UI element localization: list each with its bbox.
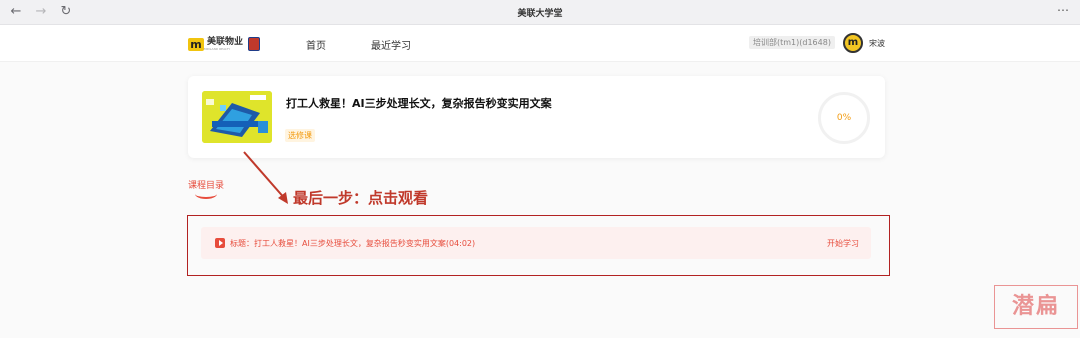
course-type-tag: 选修课 bbox=[285, 129, 315, 142]
course-title: 打工人救星！AI三步处理长文，复杂报告秒变实用文案 bbox=[286, 97, 552, 110]
lesson-title[interactable]: 标题：打工人救星！AI三步处理长文，复杂报告秒变实用文案(04:02) bbox=[230, 238, 475, 249]
catalog-tab-indicator bbox=[195, 189, 217, 199]
logo-text: 美联物业 bbox=[207, 37, 244, 47]
department-badge: 培训部(tm1)(d1648) bbox=[749, 36, 835, 49]
browser-toolbar: ← → ↻ 美联大学堂 ⋯ bbox=[0, 0, 1080, 25]
more-dots-icon[interactable]: ⋯ bbox=[1057, 3, 1070, 17]
thumbnail-illustration bbox=[202, 91, 272, 143]
username[interactable]: 宋波 bbox=[869, 38, 885, 49]
video-play-icon bbox=[215, 238, 225, 248]
nav-home[interactable]: 首页 bbox=[306, 37, 326, 52]
annotation-arrow-icon bbox=[243, 151, 288, 204]
start-learning-button[interactable]: 开始学习 bbox=[827, 238, 859, 249]
page: m 美联物业 MIDLAND REALTY 首页 最近学习 培训部(tm1)(d… bbox=[0, 25, 1080, 338]
logo-subtext: MIDLAND REALTY bbox=[204, 47, 231, 51]
site-header: m 美联物业 MIDLAND REALTY 首页 最近学习 培训部(tm1)(d… bbox=[0, 25, 1080, 62]
emblem-icon bbox=[248, 37, 261, 51]
logo-m-icon: m bbox=[188, 37, 204, 51]
lesson-item[interactable]: 标题：打工人救星！AI三步处理长文，复杂报告秒变实用文案(04:02) 开始学习 bbox=[201, 227, 871, 259]
window-title: 美联大学堂 bbox=[517, 9, 563, 19]
logo-text-block: 美联物业 MIDLAND REALTY bbox=[204, 37, 243, 51]
annotation-text: 最后一步：点击观看 bbox=[293, 189, 429, 207]
progress-ring: 0% bbox=[818, 92, 870, 144]
course-thumbnail bbox=[202, 91, 272, 143]
nav-recent[interactable]: 最近学习 bbox=[371, 37, 411, 52]
watermark-stamp: 潜扁 bbox=[994, 285, 1078, 329]
avatar[interactable]: m bbox=[843, 33, 863, 53]
logo[interactable]: m 美联物业 MIDLAND REALTY bbox=[188, 35, 261, 53]
